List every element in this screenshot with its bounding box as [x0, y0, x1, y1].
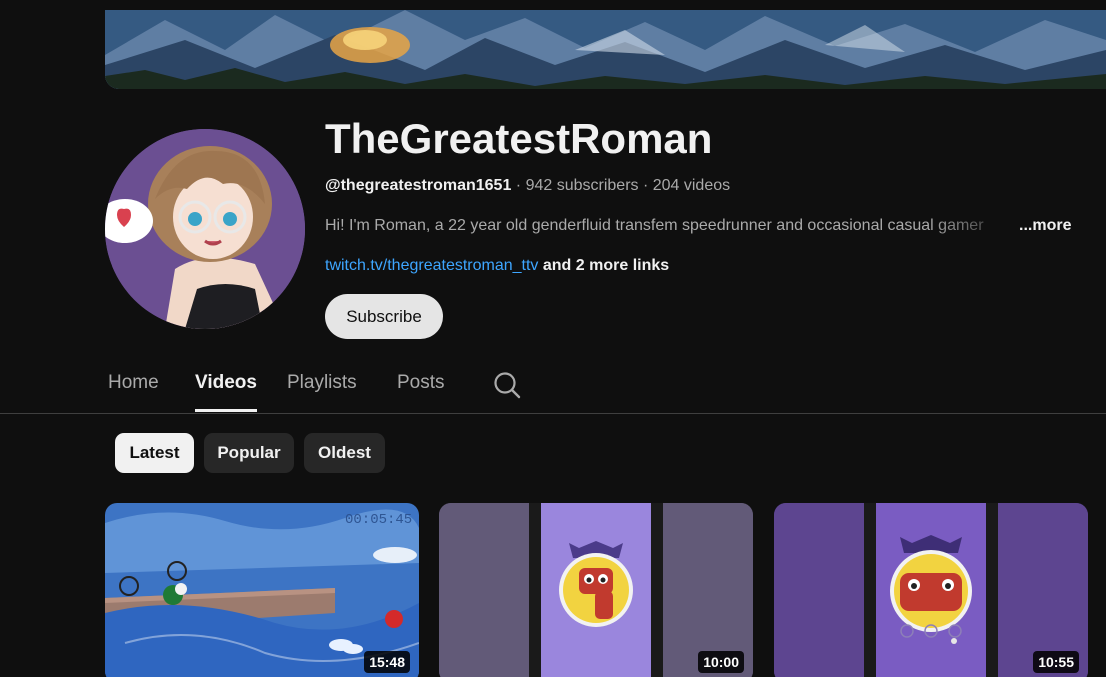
- twitch-link[interactable]: twitch.tv/thegreatestroman_ttv: [325, 257, 538, 274]
- channel-banner: [105, 10, 1106, 89]
- channel-tabs: Home Videos Playlists Posts: [0, 356, 1106, 414]
- channel-name: TheGreatestRoman: [325, 115, 713, 162]
- chip-popular[interactable]: Popular: [204, 433, 294, 473]
- active-tab-underline: [195, 409, 257, 412]
- channel-stats: · 942 subscribers · 204 videos: [515, 177, 731, 194]
- mountain-banner-image: [105, 10, 1106, 89]
- tab-home[interactable]: Home: [108, 372, 159, 394]
- tab-playlists[interactable]: Playlists: [287, 372, 357, 394]
- video-overlay-timer: 00:05:45: [345, 512, 412, 528]
- subscribe-button[interactable]: Subscribe: [325, 294, 443, 339]
- tab-posts[interactable]: Posts: [397, 372, 445, 394]
- video-duration-1: 15:48: [364, 651, 410, 673]
- video-duration-3: 10:55: [1033, 651, 1079, 673]
- chip-oldest[interactable]: Oldest: [304, 433, 385, 473]
- video-thumbnail-2[interactable]: 10:00: [439, 503, 753, 677]
- channel-links: twitch.tv/thegreatestroman_ttv and 2 mor…: [325, 257, 669, 275]
- video-duration-2: 10:00: [698, 651, 744, 673]
- channel-avatar[interactable]: [105, 129, 305, 329]
- channel-page: TheGreatestRoman @thegreatestroman1651 ·…: [0, 0, 1106, 677]
- video-thumbnail-3[interactable]: 10:55: [774, 503, 1088, 677]
- avatar-illustration: [105, 129, 305, 329]
- channel-description[interactable]: Hi! I'm Roman, a 22 year old genderfluid…: [325, 217, 1025, 239]
- description-more-link[interactable]: ...more: [1019, 217, 1071, 235]
- channel-meta: @thegreatestroman1651 · 942 subscribers …: [325, 177, 730, 195]
- search-icon[interactable]: [492, 370, 522, 400]
- video-thumbnail-1[interactable]: 00:05:45 15:48: [105, 503, 419, 677]
- channel-handle: @thegreatestroman1651: [325, 177, 512, 194]
- more-links-button[interactable]: and 2 more links: [538, 257, 669, 274]
- tab-videos[interactable]: Videos: [195, 372, 257, 394]
- chip-latest[interactable]: Latest: [115, 433, 194, 473]
